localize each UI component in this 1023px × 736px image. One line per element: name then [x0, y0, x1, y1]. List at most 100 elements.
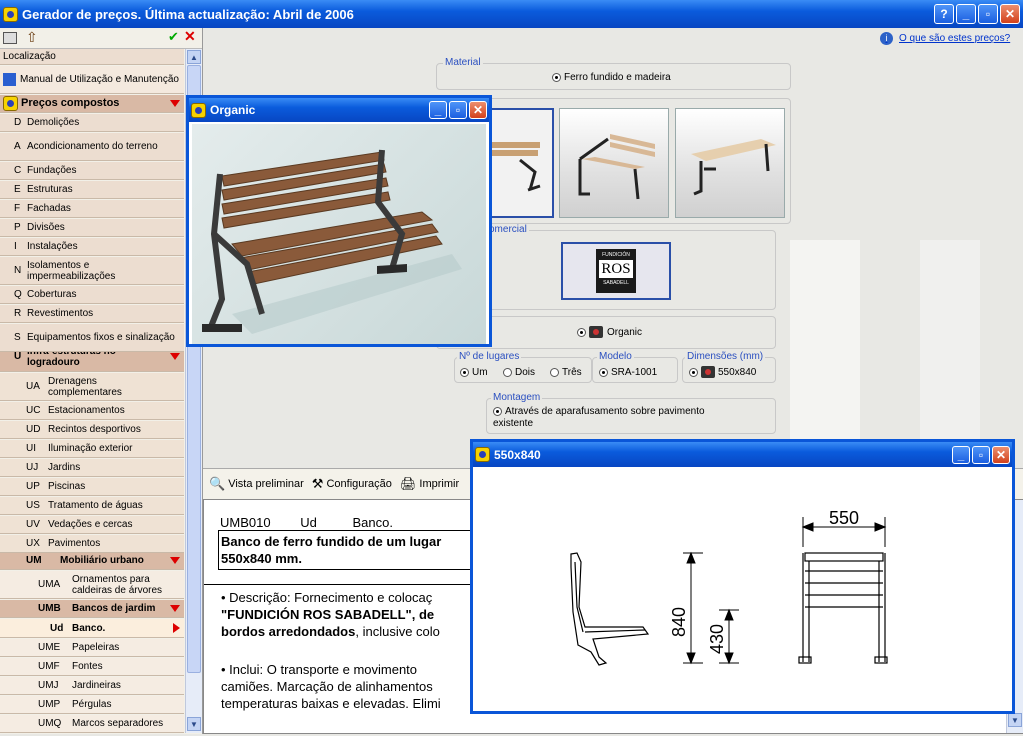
dimensions-popup-title-bar[interactable]: 550x840 _ ▫ ✕ — [473, 442, 1012, 467]
scroll-down-icon[interactable]: ▼ — [187, 717, 201, 731]
main-title-bar[interactable]: Gerador de preços. Última actualização: … — [0, 0, 1023, 28]
tree-uma[interactable]: UMA Ornamentos para caldeiras de árvores — [0, 571, 184, 599]
tree-chapter-i[interactable]: I Instalações — [0, 238, 184, 256]
tree-localizacao[interactable]: Localização — [0, 49, 184, 65]
tree-item-umq[interactable]: UMQ Marcos separadores — [0, 715, 184, 733]
comercial-legend: omercial — [487, 224, 529, 235]
modelo-group: Modelo SRA-1001 — [592, 351, 678, 383]
tree-item-code: A — [14, 141, 21, 152]
tree-chapter-d[interactable]: D Demolições — [0, 114, 184, 132]
tree-item-umf[interactable]: UMF Fontes — [0, 658, 184, 676]
tree-item-ump[interactable]: UMP Pérgulas — [0, 696, 184, 714]
camera-icon[interactable] — [701, 366, 715, 378]
tree-chapter-q[interactable]: Q Coberturas — [0, 286, 184, 304]
dim-seat-label: 430 — [707, 624, 727, 654]
dim-width-label: 550 — [829, 508, 859, 528]
dim-close-button[interactable]: ✕ — [992, 445, 1010, 464]
tree-item-label: Papeleiras — [72, 642, 120, 653]
help-link-text: O que são estes preços? — [899, 33, 1011, 44]
montagem-group: Montagem Através de aparafusamento sobre… — [486, 392, 776, 434]
tree-item-umj[interactable]: UMJ Jardineiras — [0, 677, 184, 695]
doc-desc-l2: "FUNDICIÓN ROS SABADELL", de — [221, 607, 435, 622]
lugares-um-radio[interactable]: Um — [460, 367, 488, 378]
cross-icon[interactable]: ✕ — [184, 28, 196, 45]
tree-chapter-c[interactable]: C Fundações — [0, 162, 184, 180]
umb-code: UMB — [38, 603, 61, 614]
tree-item-code: I — [14, 241, 17, 252]
tree-chapter-e[interactable]: E Estruturas — [0, 181, 184, 199]
organic-radio[interactable]: Organic — [577, 326, 642, 338]
expand-arrow-icon[interactable] — [170, 100, 180, 107]
material-group: Material Ferro fundido e madeira — [436, 57, 791, 90]
camera-icon[interactable] — [589, 326, 603, 338]
bench-thumb-organic[interactable] — [488, 108, 554, 218]
app-icon — [191, 102, 206, 118]
expand-arrow-icon[interactable] — [170, 557, 180, 564]
organic-popup-title-bar[interactable]: Organic _ ▫ ✕ — [189, 98, 489, 122]
tree-item-code: UC — [26, 405, 41, 416]
tree-item-ua[interactable]: UA Drenagens complementares — [0, 373, 184, 401]
bench-thumb-image — [490, 110, 552, 216]
organic-close-button[interactable]: ✕ — [469, 101, 487, 119]
preview-button[interactable]: 🔍 Vista preliminar — [209, 476, 304, 492]
tree-chapter-r[interactable]: R Revestimentos — [0, 305, 184, 323]
organic-minimize-button[interactable]: _ — [429, 101, 447, 119]
tree-umb[interactable]: UMB Bancos de jardim — [0, 600, 184, 618]
tree-um[interactable]: UM Mobiliário urbano — [0, 552, 184, 570]
tree-manual[interactable]: Manual de Utilização e Manutenção — [0, 66, 184, 94]
tree-chapter-p[interactable]: P Divisões — [0, 219, 184, 237]
lugares-dois-radio[interactable]: Dois — [503, 367, 535, 378]
tree-item-ud[interactable]: UD Recintos desportivos — [0, 421, 184, 439]
tree-item-ui[interactable]: UI Iluminação exterior — [0, 440, 184, 458]
tree-item-ux[interactable]: UX Pavimentos — [0, 535, 184, 553]
scroll-down-icon[interactable]: ▼ — [1008, 713, 1022, 727]
minimize-button[interactable]: _ — [956, 4, 976, 24]
tree-item-uc[interactable]: UC Estacionamentos — [0, 402, 184, 420]
print-button[interactable]: 🖨 Imprimir — [400, 476, 459, 492]
tree-item-code: UMQ — [38, 718, 62, 729]
info-icon: i — [880, 32, 893, 45]
modelo-radio[interactable]: SRA-1001 — [599, 367, 657, 378]
window-title: Gerador de preços. Última actualização: … — [22, 6, 354, 22]
material-radio[interactable]: Ferro fundido e madeira — [552, 72, 671, 83]
lugares-tres-radio[interactable]: Três — [550, 367, 582, 378]
keyboard-icon[interactable] — [3, 32, 17, 44]
tree-item-label: Tratamento de águas — [48, 500, 143, 511]
help-link[interactable]: i O que são estes preços? — [880, 32, 1010, 45]
config-button[interactable]: ⚒ Configuração — [312, 476, 392, 492]
ros-logo-button[interactable]: FUNDICIÓN ROS SABADELL — [561, 242, 671, 300]
tree-precos-compostos[interactable]: Preços compostos — [0, 95, 184, 113]
dimensoes-radio[interactable]: 550x840 — [689, 366, 756, 378]
bench-thumb-3[interactable] — [675, 108, 785, 218]
tree-item-ume[interactable]: UME Papeleiras — [0, 639, 184, 657]
tree-item-us[interactable]: US Tratamento de águas — [0, 497, 184, 515]
maximize-button[interactable]: ▫ — [978, 4, 998, 24]
montagem-radio[interactable]: Através de aparafusamento sobre paviment… — [493, 406, 733, 430]
scroll-up-icon[interactable]: ▲ — [187, 50, 201, 64]
up-arrow-icon[interactable]: ⇧ — [26, 29, 38, 46]
bench-thumb-2[interactable] — [559, 108, 669, 218]
tree-chapter-n[interactable]: N Isolamentos e impermeabilizações — [0, 257, 184, 285]
dim-minimize-button[interactable]: _ — [952, 445, 970, 464]
lugares-um-label: Um — [472, 367, 488, 378]
tree-item-code: UV — [26, 519, 40, 530]
check-icon[interactable]: ✔ — [168, 29, 179, 45]
tree-chapter-s[interactable]: S Equipamentos fixos e sinalização — [0, 324, 184, 352]
organic-popup: Organic _ ▫ ✕ — [186, 95, 492, 347]
bench-image — [202, 149, 462, 334]
radio-dot — [503, 367, 512, 377]
tree-item-up[interactable]: UP Piscinas — [0, 478, 184, 496]
close-button[interactable]: ✕ — [1000, 4, 1020, 24]
sidebar: ⇧ ✔ ✕ Localização Manual de Utilização e… — [0, 28, 203, 734]
expand-arrow-icon[interactable] — [170, 605, 180, 612]
tree-item-code: D — [14, 117, 22, 128]
organic-maximize-button[interactable]: ▫ — [449, 101, 467, 119]
dim-maximize-button[interactable]: ▫ — [972, 445, 990, 464]
tree-chapter-f[interactable]: F Fachadas — [0, 200, 184, 218]
expand-arrow-icon[interactable] — [170, 353, 180, 360]
tree-chapter-a[interactable]: A Acondicionamento do terreno — [0, 133, 184, 161]
tree-ud-banco[interactable]: Ud Banco. — [0, 619, 184, 638]
tree-item-uv[interactable]: UV Vedações e cercas — [0, 516, 184, 534]
help-button[interactable]: ? — [934, 4, 954, 24]
tree-item-uj[interactable]: UJ Jardins — [0, 459, 184, 477]
